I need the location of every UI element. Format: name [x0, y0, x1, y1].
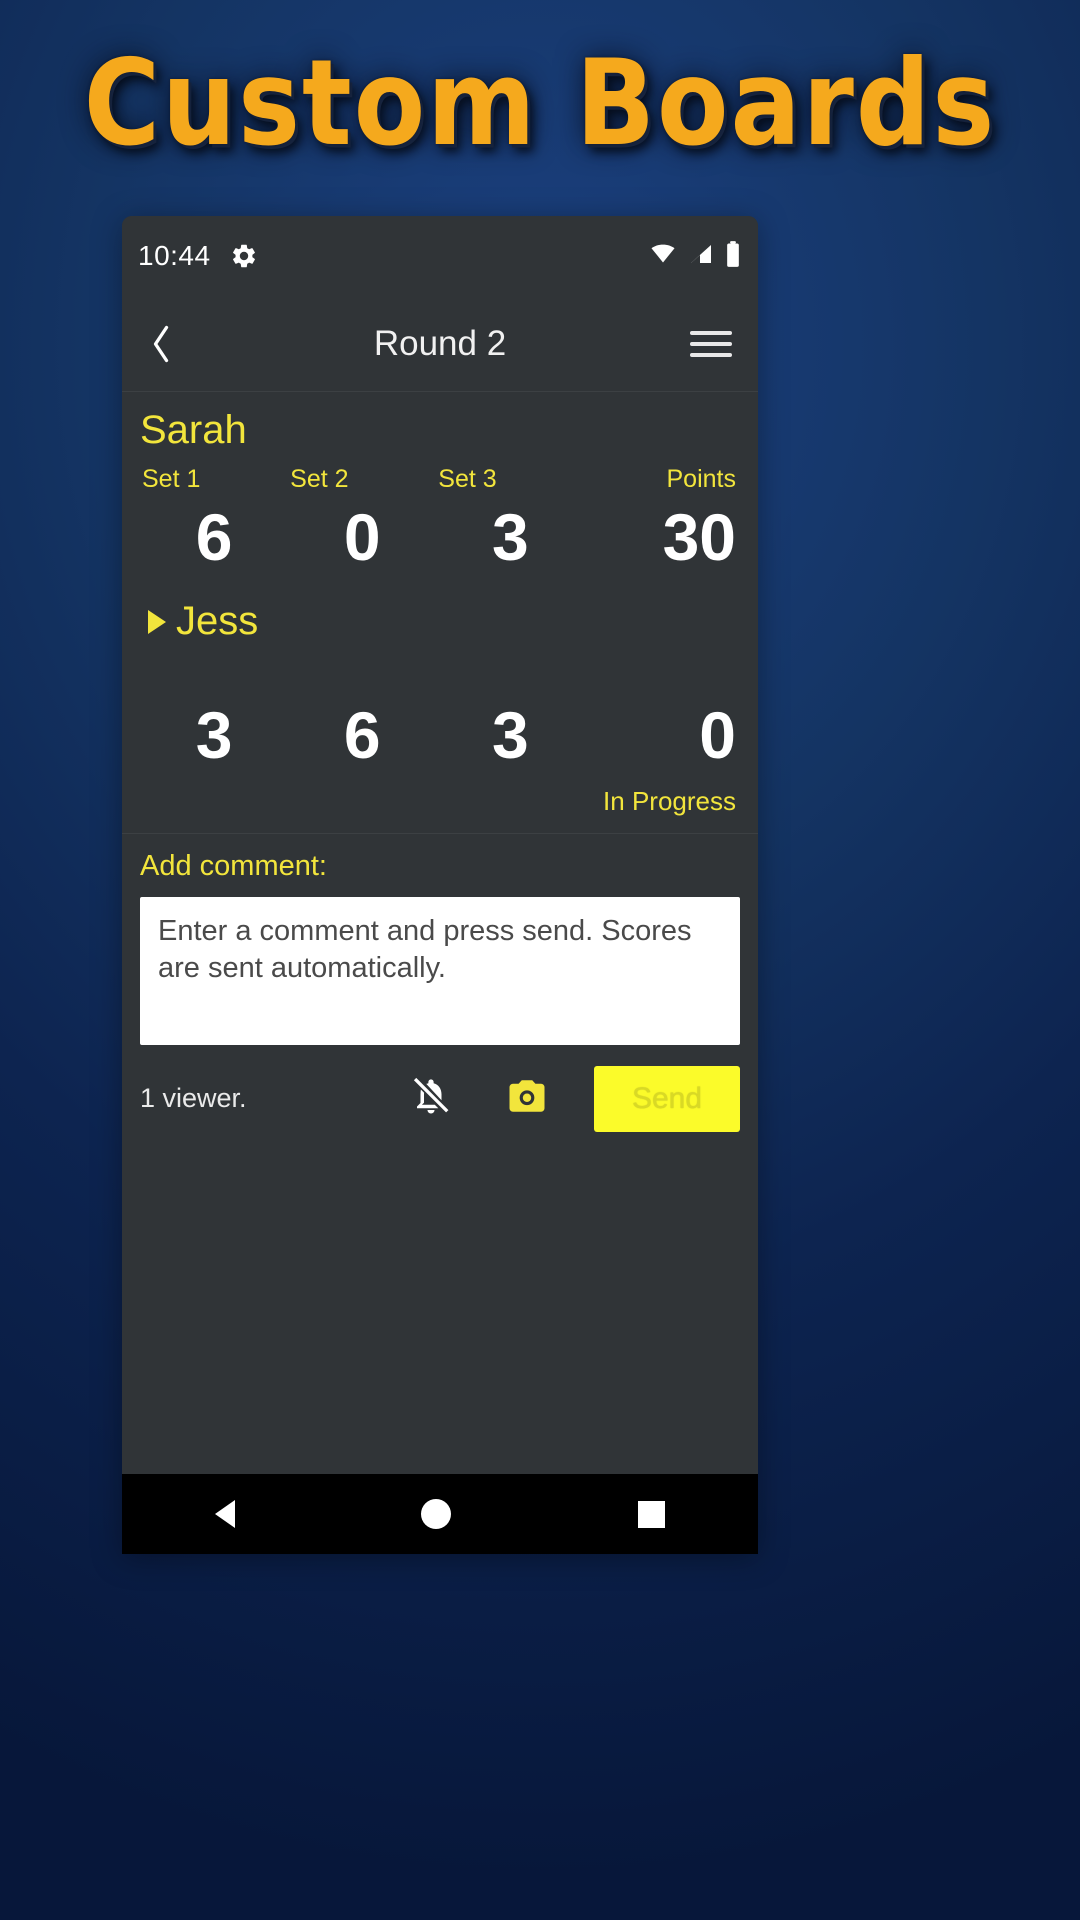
player-row-name[interactable]: Sarah [140, 392, 740, 459]
player-name-label: Sarah [140, 408, 247, 452]
comment-toolbar: 1 viewer. Send [122, 1049, 758, 1150]
nav-recents-square-icon[interactable] [637, 1500, 665, 1528]
nav-home-circle-icon[interactable] [421, 1499, 452, 1529]
score-cell[interactable]: 3 [436, 694, 584, 781]
serving-indicator-icon [148, 609, 166, 634]
status-bar: 10:44 [122, 216, 758, 296]
points-cell[interactable]: 0 [584, 694, 740, 781]
score-cell[interactable]: 0 [288, 496, 436, 583]
phone-mockup: 10:44 Round 2 Sarah Set 1 Set 2 Set 3 Po… [122, 216, 758, 1554]
add-comment-label: Add comment: [140, 849, 327, 882]
gear-icon [230, 242, 258, 270]
score-cell[interactable]: 6 [288, 694, 436, 781]
app-bar-title: Round 2 [373, 323, 507, 363]
match-status-label: In Progress [603, 785, 736, 816]
viewer-count-label: 1 viewer. [140, 1083, 247, 1114]
score-cell[interactable]: 3 [140, 694, 288, 781]
points-cell[interactable]: 30 [584, 496, 740, 583]
camera-icon[interactable] [506, 1075, 548, 1122]
content-filler [122, 1149, 758, 1474]
page-title: Custom Boards [83, 32, 997, 173]
score-cell[interactable]: 6 [140, 496, 288, 583]
android-nav-bar [122, 1474, 758, 1554]
app-bar: Round 2 [122, 296, 758, 392]
set-header-3: Set 3 [438, 465, 497, 493]
cellular-signal-icon [687, 242, 715, 271]
hero-banner: Custom Boards [0, 0, 1080, 205]
battery-full-icon [724, 240, 742, 273]
status-bar-time: 10:44 [138, 240, 211, 271]
comment-input[interactable] [140, 896, 740, 1045]
scoreboard-spacer [140, 650, 740, 694]
points-header: Points [666, 465, 736, 493]
score-row-player-1: 6 0 3 30 [140, 496, 740, 583]
hamburger-menu-icon[interactable] [690, 330, 732, 357]
score-cell[interactable]: 3 [436, 496, 584, 583]
player-name-label: Jess [176, 599, 259, 644]
send-button[interactable]: Send [594, 1065, 740, 1132]
set-header-1: Set 1 [142, 465, 201, 493]
status-bar-icons [648, 240, 742, 273]
comment-section: Add comment: [122, 833, 758, 1050]
nav-back-triangle-icon[interactable] [215, 1500, 236, 1528]
bell-off-icon[interactable] [410, 1075, 452, 1122]
wifi-icon [648, 242, 678, 271]
score-row-player-2: 3 6 3 0 [140, 694, 740, 781]
player-row-name[interactable]: Jess [140, 583, 740, 650]
set-header-2: Set 2 [290, 465, 349, 493]
back-chevron-icon[interactable] [148, 322, 194, 366]
scoreboard: Sarah Set 1 Set 2 Set 3 Points 6 0 3 30 … [122, 392, 758, 834]
set-header-row: Set 1 Set 2 Set 3 Points [140, 459, 740, 496]
